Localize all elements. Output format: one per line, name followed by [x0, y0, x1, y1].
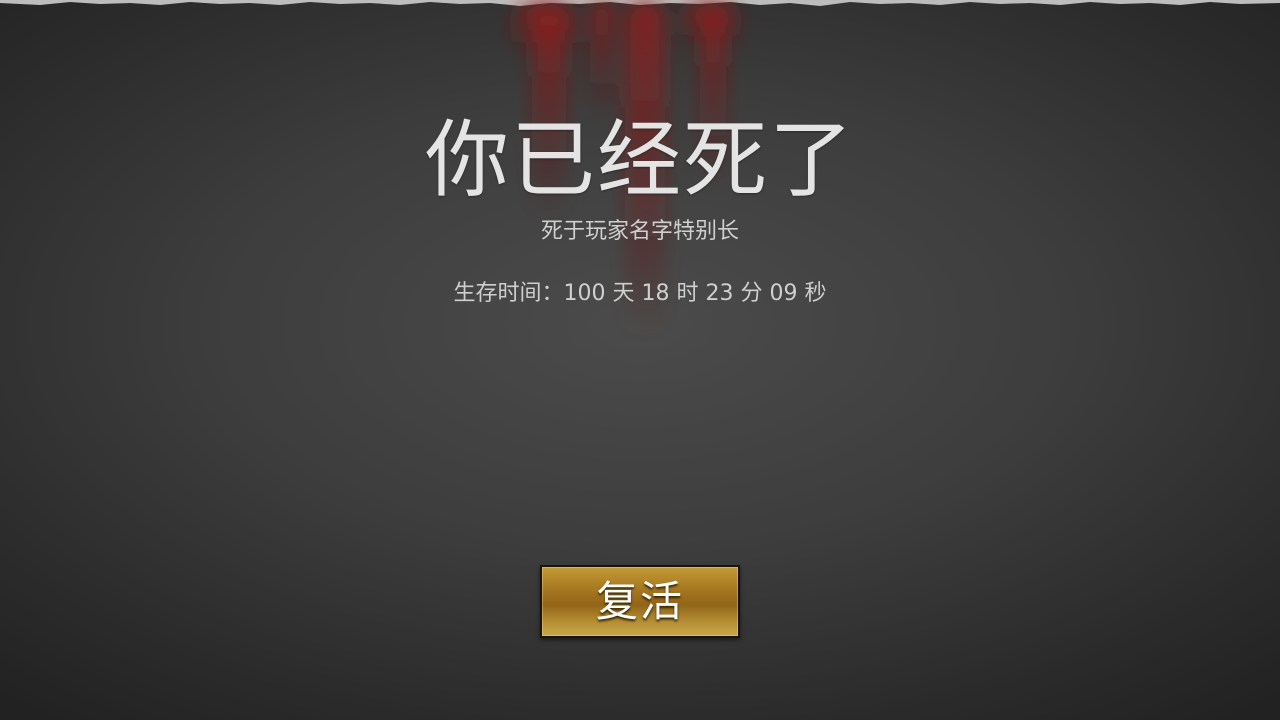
death-title: 你已经死了: [424, 111, 855, 209]
revive-button-label: 复活: [595, 576, 684, 626]
survival-time: 生存时间：100 天 18 时 23 分 09 秒: [453, 281, 827, 306]
revive-button[interactable]: 复活: [540, 565, 740, 638]
death-screen: 你已经死了 死于玩家名字特别长 生存时间：100 天 18 时 23 分 09 …: [0, 0, 1280, 720]
torn-paper-edge: [0, 0, 1280, 6]
killer-text: 死于玩家名字特别长: [540, 219, 739, 244]
